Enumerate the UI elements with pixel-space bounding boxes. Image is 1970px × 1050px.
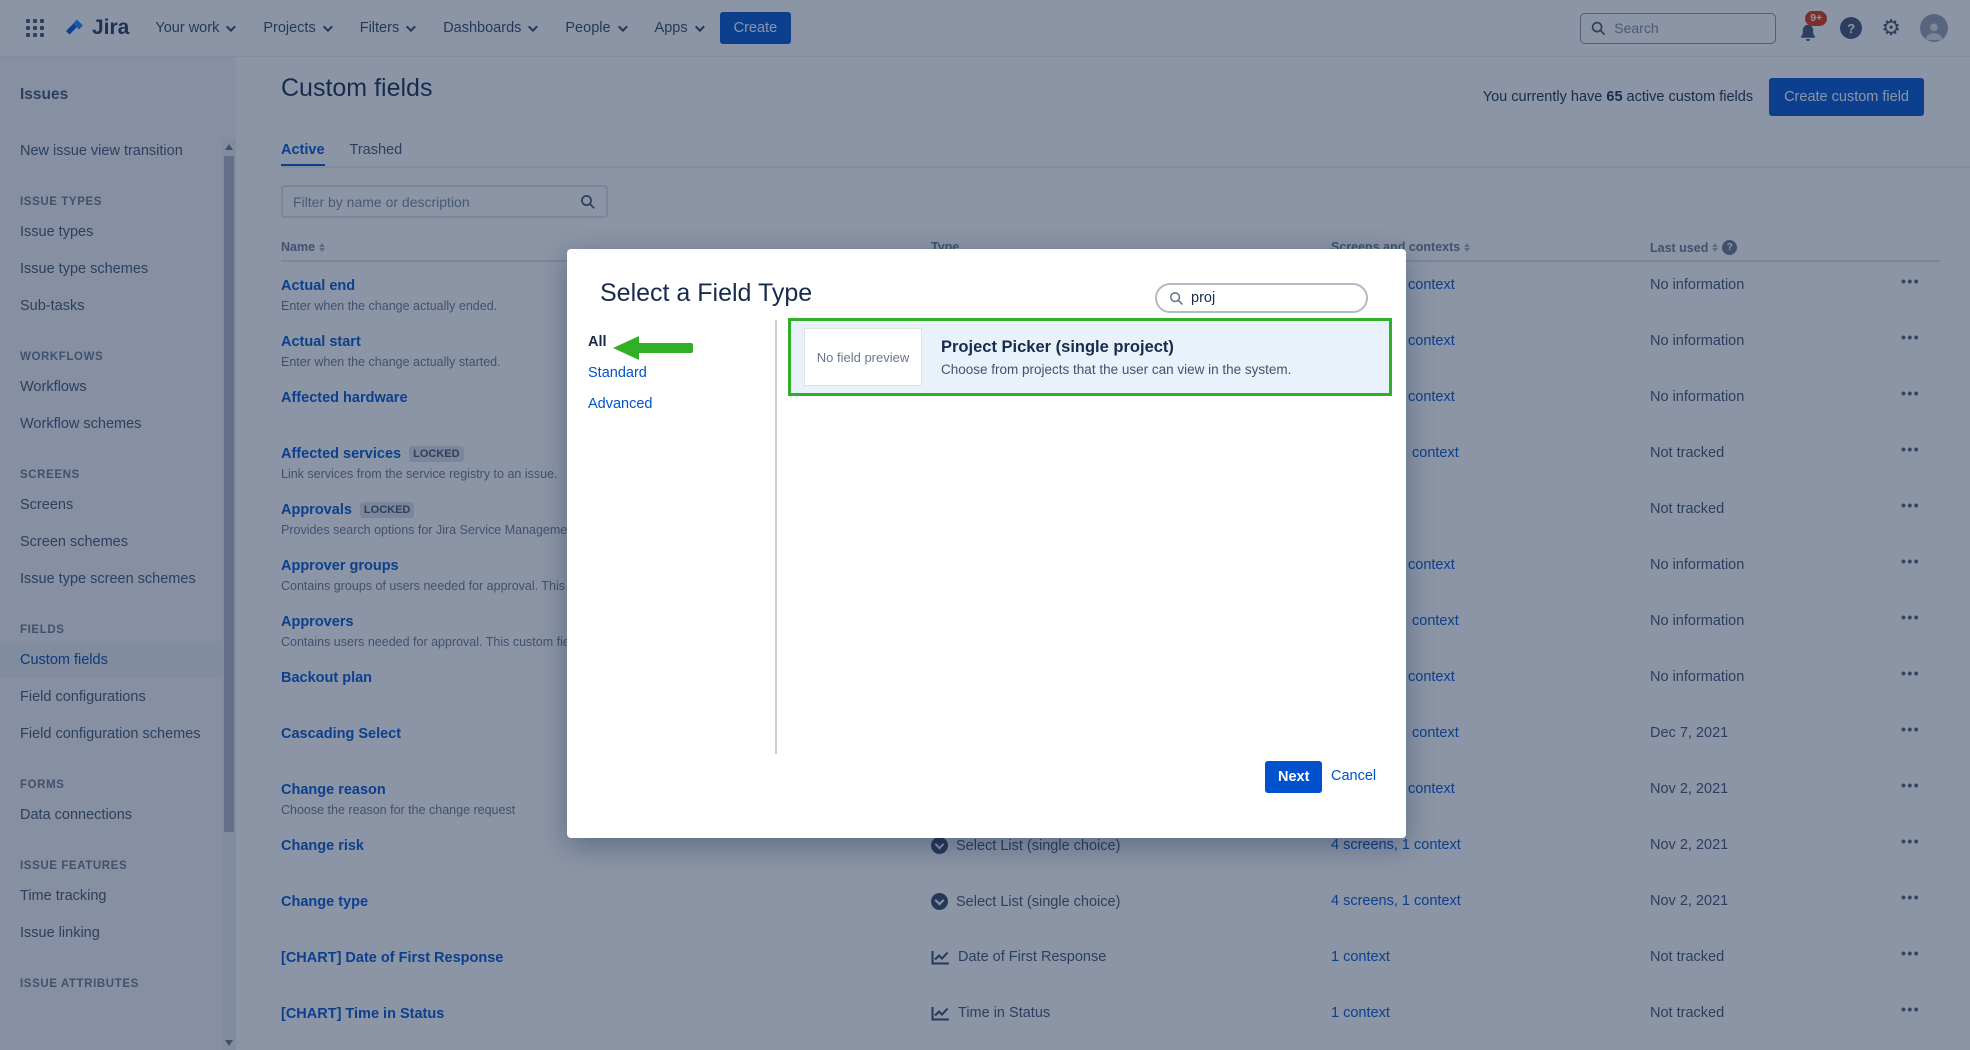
- no-field-preview-label: No field preview: [817, 350, 910, 365]
- category-all[interactable]: All: [588, 334, 653, 350]
- category-standard[interactable]: Standard: [588, 365, 653, 381]
- result-text: Project Picker (single project) Choose f…: [941, 338, 1291, 377]
- category-advanced[interactable]: Advanced: [588, 396, 653, 412]
- next-button[interactable]: Next: [1265, 761, 1322, 793]
- modal-title: Select a Field Type: [600, 279, 812, 308]
- search-icon: [1169, 291, 1184, 306]
- modal-search-input[interactable]: proj: [1155, 283, 1368, 313]
- modal-search-value: proj: [1191, 290, 1215, 306]
- field-type-result-project-picker[interactable]: No field preview Project Picker (single …: [788, 318, 1392, 396]
- field-type-categories: All Standard Advanced: [588, 334, 653, 427]
- cancel-button[interactable]: Cancel: [1331, 768, 1376, 784]
- modal-divider: [775, 320, 777, 754]
- field-preview-box: No field preview: [804, 328, 922, 386]
- result-title: Project Picker (single project): [941, 338, 1291, 357]
- select-field-type-modal: Select a Field Type proj All Standard Adva…: [567, 249, 1406, 838]
- result-description: Choose from projects that the user can v…: [941, 362, 1291, 377]
